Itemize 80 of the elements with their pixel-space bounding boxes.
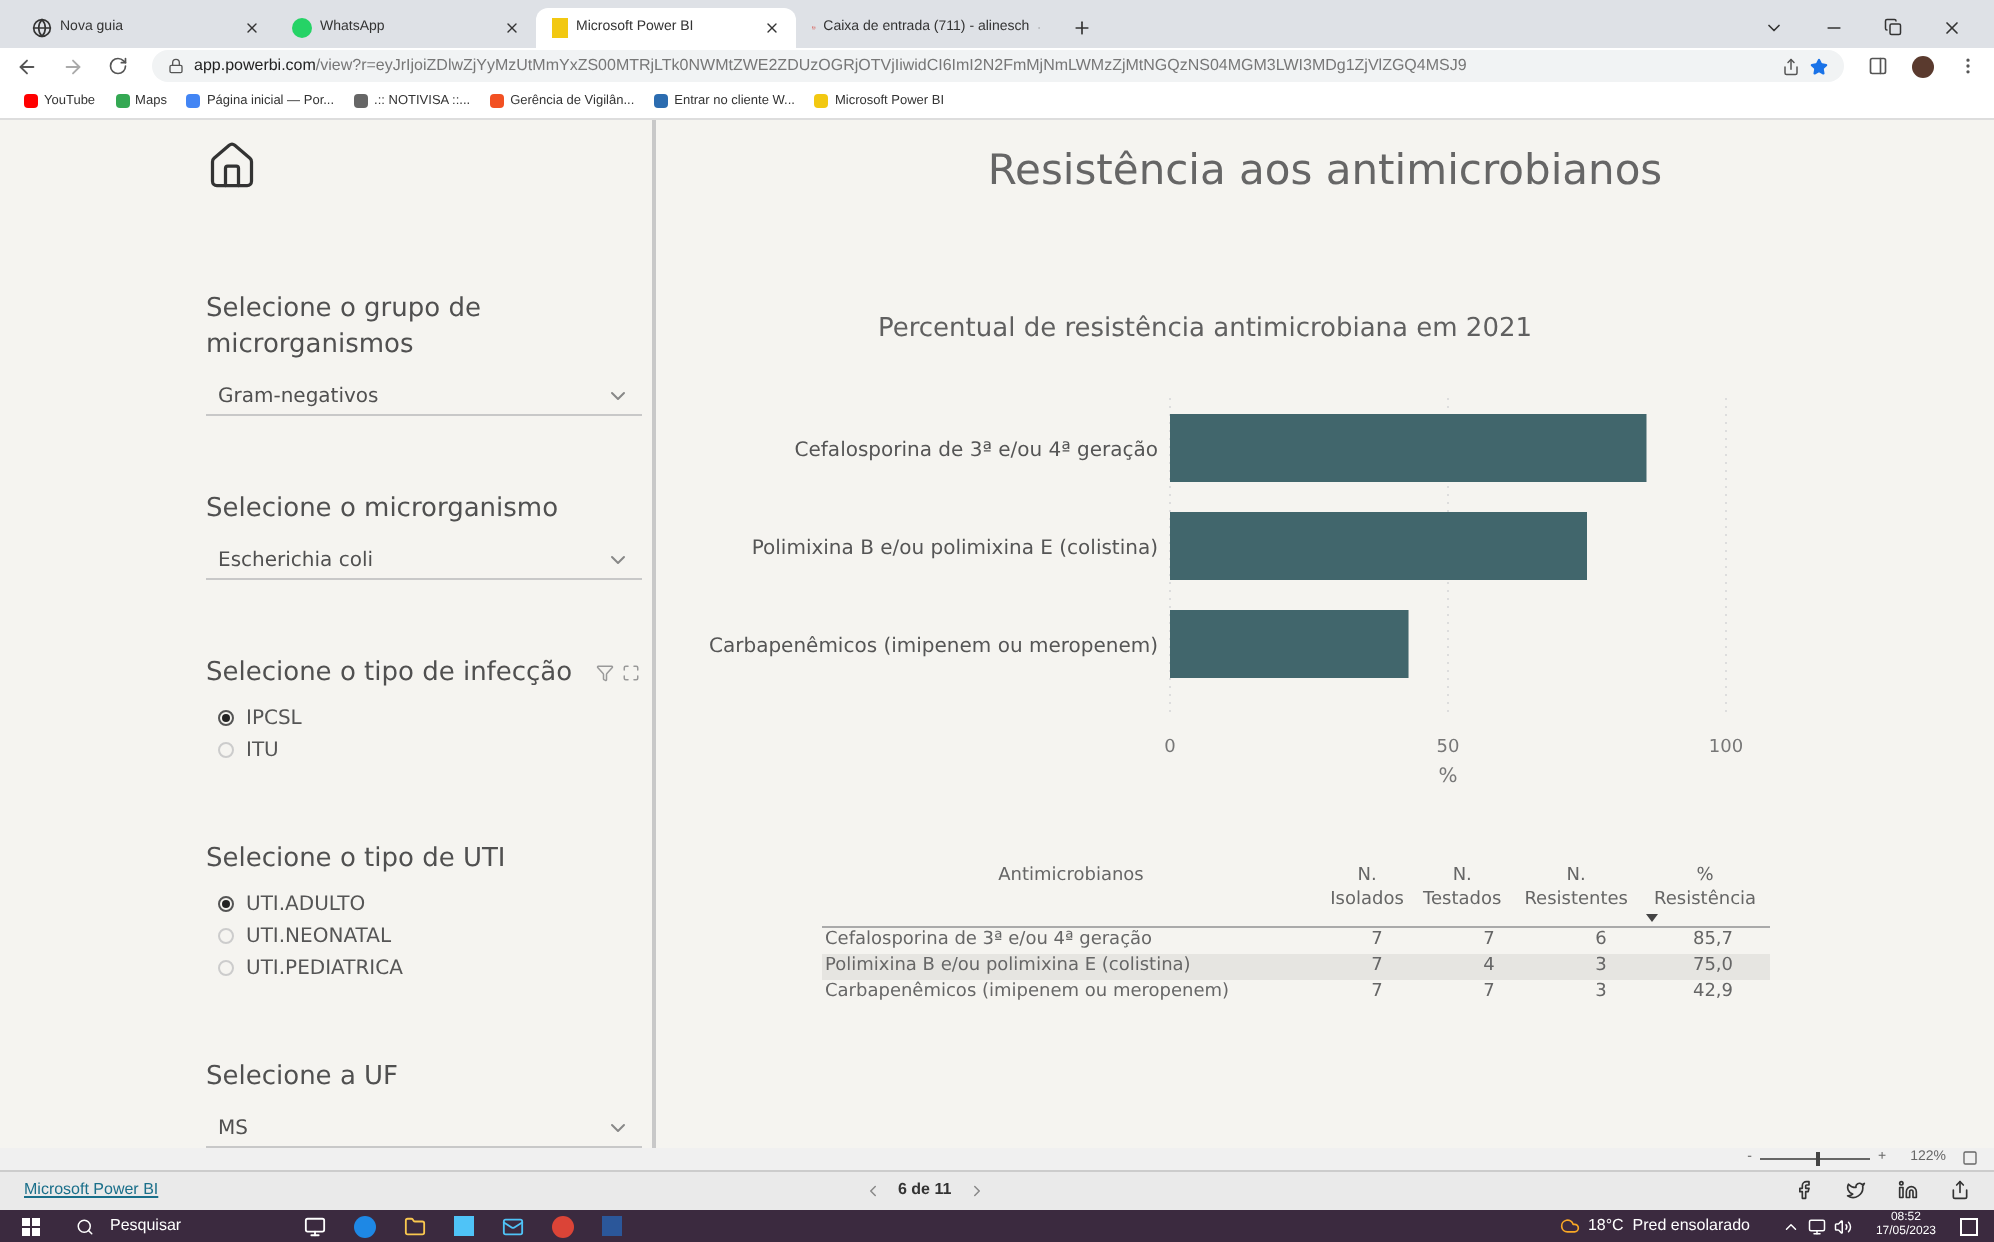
category-label: Cefalosporina de 3ª e/ou 4ª geração xyxy=(793,439,1157,462)
table-cell: 7 xyxy=(1483,982,1495,1003)
search-icon xyxy=(76,1217,94,1236)
axis-label: % xyxy=(1437,765,1457,788)
table-cell: 4 xyxy=(1483,956,1495,977)
store-icon[interactable] xyxy=(454,1216,474,1237)
report-title: Resistência aos antimicrobianos xyxy=(987,143,1663,198)
table-cell: 42,9 xyxy=(1692,982,1734,1003)
radio-label: UTI.ADULTO xyxy=(246,891,366,920)
tick-label: 100 xyxy=(1707,737,1743,758)
category-label: Carbapenêmicos (imipenem ou meropenem) xyxy=(708,635,1157,658)
browser-icon[interactable] xyxy=(354,1215,376,1238)
footer-link[interactable]: Microsoft Power BI xyxy=(24,1178,864,1203)
chat-icon xyxy=(292,18,312,39)
radio-label: IPCSL xyxy=(246,705,302,734)
column-header[interactable]: N. Resistentes xyxy=(1524,863,1628,912)
filter-label: Selecione o tipo de UTI xyxy=(206,841,506,878)
star-icon[interactable] xyxy=(1810,57,1828,76)
table-cell: 3 xyxy=(1595,982,1607,1003)
table-cell: 3 xyxy=(1595,956,1607,977)
side-panel-icon[interactable] xyxy=(1868,56,1888,77)
taskbar-search[interactable]: Pesquisar xyxy=(60,1214,280,1239)
radio-button[interactable] xyxy=(218,896,234,913)
filter-label: Selecione o grupo de microrganismos xyxy=(206,291,483,364)
weather-icon xyxy=(1559,1216,1580,1237)
share-icon[interactable] xyxy=(1950,1180,1970,1201)
avatar[interactable] xyxy=(1912,55,1934,78)
table-cell: 7 xyxy=(1483,930,1495,951)
filter-label: Selecione a UF xyxy=(206,1059,401,1096)
radio-label: UTI.NEONATAL xyxy=(246,923,392,952)
filter-label: Selecione o microrganismo xyxy=(206,491,561,528)
previous-page-icon[interactable] xyxy=(864,1181,882,1200)
task-view-icon[interactable] xyxy=(304,1215,326,1238)
dropdown[interactable]: Gram-negativos xyxy=(206,379,642,416)
tick-label: 50 xyxy=(1435,737,1459,758)
category-label: Polimixina B e/ou polimixina E (colistina) xyxy=(750,537,1157,560)
column-header[interactable]: % Resistência xyxy=(1654,863,1757,912)
globe-icon xyxy=(32,18,52,39)
table-cell: 7 xyxy=(1371,956,1383,977)
radio-label: UTI.PEDIATRICA xyxy=(246,955,403,984)
chart-title: Percentual de resistência antimicrobiana em 2021 xyxy=(877,312,1533,349)
table-cell: 75,0 xyxy=(1692,956,1734,977)
twitter-icon[interactable] xyxy=(1846,1180,1866,1201)
folder-icon[interactable] xyxy=(404,1215,426,1238)
fit-icon[interactable] xyxy=(1962,1150,1978,1167)
volume-icon[interactable] xyxy=(1833,1217,1852,1236)
restore-icon[interactable] xyxy=(1884,18,1902,37)
linkedin-icon[interactable] xyxy=(1898,1180,1918,1201)
dropdown[interactable]: Escherichia coli xyxy=(206,543,642,580)
table-cell: Carbapenêmicos (imipenem ou meropenem) xyxy=(825,982,1230,1003)
filter-label: Selecione o tipo de infecção xyxy=(206,655,573,692)
table-cell: 85,7 xyxy=(1692,930,1734,951)
column-header[interactable]: N. Testados xyxy=(1423,863,1502,912)
table-cell: 6 xyxy=(1595,930,1607,951)
share-icon[interactable] xyxy=(1782,57,1800,76)
radio-button[interactable] xyxy=(218,710,234,727)
network-icon[interactable] xyxy=(1807,1217,1826,1236)
column-header[interactable]: Antimicrobianos xyxy=(998,863,1144,888)
focus-icon[interactable] xyxy=(622,664,641,683)
table-cell: 7 xyxy=(1371,930,1383,951)
radio-label: ITU xyxy=(246,737,279,766)
facebook-icon[interactable] xyxy=(1794,1180,1814,1201)
sort-arrow-icon[interactable] xyxy=(1645,914,1658,923)
tick-label: 0 xyxy=(1163,737,1175,758)
new-tab-icon[interactable] xyxy=(1072,18,1092,39)
lock-icon xyxy=(168,58,184,75)
home-icon[interactable] xyxy=(206,139,258,192)
weather-text: 18°C Pred ensolarado xyxy=(1587,1214,1750,1239)
page-indicator: 6 de 11 xyxy=(898,1178,952,1203)
table-cell: Cefalosporina de 3ª e/ou 4ª geração xyxy=(825,930,1153,951)
filter-icon[interactable] xyxy=(596,664,615,683)
address-bar[interactable]: app.powerbi.com/view?r=eyJrIjoiZDlwZjYyMzUtMmYxZS00MTRjLTk0NWMtZWE2ZDUzOGRjOTVjIiwidCI6ImI2N2FmMjNmLWMzZjMtNGQzNS04MGM3LWI3MDg1ZjVlZGQ4MSJ9 xyxy=(152,50,1844,83)
chrome-icon[interactable] xyxy=(552,1215,574,1238)
bar-chart-icon xyxy=(552,18,568,39)
notification-icon[interactable] xyxy=(1960,1217,1978,1236)
table-cell: 7 xyxy=(1371,982,1383,1003)
back-icon[interactable] xyxy=(16,55,38,78)
reload-icon[interactable] xyxy=(108,56,128,77)
table-cell: Polimixina B e/ou polimixina E (colistina) xyxy=(825,956,1191,977)
column-header[interactable]: N. Isolados xyxy=(1330,863,1404,912)
